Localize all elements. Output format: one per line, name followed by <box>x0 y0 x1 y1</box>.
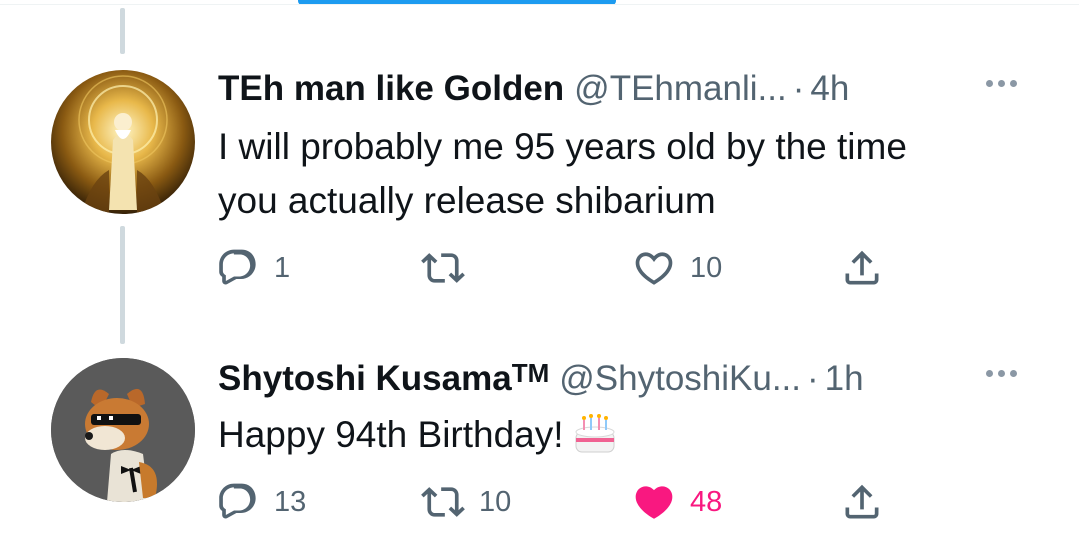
retweet-icon <box>421 487 465 517</box>
more-options-icon[interactable] <box>986 370 1017 377</box>
thread-line-top <box>120 8 125 54</box>
tweet-header: TEh man like Golden @TEhmanli... · 4h <box>218 66 849 112</box>
tweet-text-line: you actually release shibarium <box>218 180 716 221</box>
reply-button[interactable]: 1 <box>216 246 290 290</box>
share-icon <box>845 484 879 519</box>
tweet-text: I will probably me 95 years old by the t… <box>218 120 907 228</box>
reply-button[interactable]: 13 <box>216 480 306 524</box>
reply-icon <box>219 483 256 519</box>
author-name-text: Shytoshi Kusama <box>218 359 512 398</box>
trademark-suffix: TM <box>511 358 550 388</box>
author-name[interactable]: Shytoshi KusamaTM <box>218 358 550 399</box>
author-name[interactable]: TEh man like Golden <box>218 69 564 109</box>
retweet-icon <box>421 253 465 283</box>
share-icon <box>845 250 879 285</box>
tweet-text-line: I will probably me 95 years old by the t… <box>218 126 907 167</box>
separator-dot: · <box>792 69 805 108</box>
like-button[interactable]: 48 <box>632 480 722 524</box>
golden-figure-avatar[interactable] <box>51 70 195 214</box>
author-handle[interactable]: @ShytoshiKu... <box>559 359 801 399</box>
retweet-button[interactable]: 10 <box>421 480 511 524</box>
like-button[interactable]: 10 <box>632 246 722 290</box>
share-button[interactable] <box>840 246 884 290</box>
more-options-icon[interactable] <box>986 80 1017 87</box>
tweet-actions: 1 10 <box>0 246 1079 290</box>
tweet-text-line: Happy 94th Birthday! <box>218 414 564 455</box>
retweet-button[interactable] <box>421 246 479 290</box>
birthday-cake-icon <box>572 412 618 456</box>
separator-dot: · <box>807 359 819 398</box>
like-count: 48 <box>690 485 723 518</box>
author-handle[interactable]: @TEhmanli... <box>574 69 787 109</box>
share-button[interactable] <box>840 480 884 524</box>
tweet-actions: 13 10 48 <box>0 480 1079 524</box>
top-divider <box>0 4 1079 5</box>
retweet-count: 10 <box>479 485 512 518</box>
reply-count: 1 <box>274 251 291 284</box>
reply-count: 13 <box>274 485 307 518</box>
heart-icon <box>635 252 673 285</box>
heart-filled-icon <box>635 486 673 519</box>
tweet-header: Shytoshi KusamaTM @ShytoshiKu... · 1h <box>218 356 864 402</box>
like-count: 10 <box>690 251 723 284</box>
tweet-timestamp[interactable]: 1h <box>825 359 864 399</box>
tweet-text: Happy 94th Birthday! <box>218 408 618 462</box>
tweet-timestamp[interactable]: 4h <box>810 69 849 109</box>
reply-icon <box>219 249 256 285</box>
